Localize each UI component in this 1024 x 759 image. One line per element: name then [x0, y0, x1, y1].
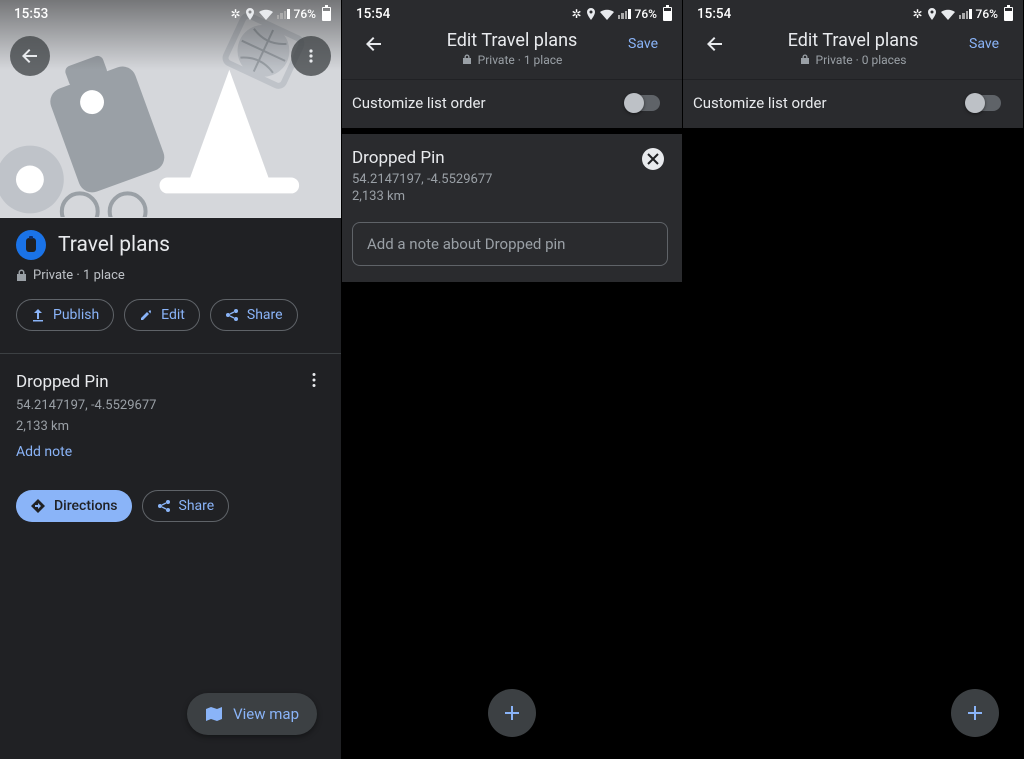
battery-icon — [1004, 7, 1013, 21]
lock-icon — [462, 54, 472, 66]
customize-label: Customize list order — [352, 94, 486, 112]
list-title: Travel plans — [58, 233, 170, 257]
appbar-subtitle: Private · 0 places — [737, 53, 969, 67]
signal-icon — [618, 9, 631, 19]
signal-icon — [277, 9, 290, 19]
status-bar: 15:54 ✲ 76% — [683, 0, 1023, 26]
panel-list-view: 15:53 ✲ 76% — [0, 0, 342, 759]
battery-icon — [322, 7, 331, 21]
lock-icon — [16, 269, 27, 282]
directions-button[interactable]: Directions — [16, 490, 132, 522]
save-button[interactable]: Save — [969, 30, 1013, 52]
bluetooth-icon: ✲ — [571, 7, 581, 21]
place-distance: 2,133 km — [16, 419, 325, 434]
note-input[interactable]: Add a note about Dropped pin — [352, 222, 668, 266]
status-bar: 15:53 ✲ 76% — [0, 0, 341, 26]
list-subtitle: Private · 1 place — [0, 264, 341, 283]
add-place-fab[interactable] — [488, 689, 536, 737]
place-item[interactable]: Dropped Pin 54.2147197, -4.5529677 2,133… — [0, 354, 341, 470]
save-button[interactable]: Save — [628, 30, 672, 52]
status-time: 15:54 — [697, 6, 731, 22]
add-place-fab[interactable] — [951, 689, 999, 737]
place-coords: 54.2147197, -4.5529677 — [352, 172, 668, 187]
back-button[interactable] — [10, 36, 50, 76]
toggle-customize[interactable] — [626, 95, 660, 111]
list-icon — [16, 230, 46, 260]
battery-text: 76% — [976, 7, 998, 21]
place-name: Dropped Pin — [16, 372, 325, 392]
appbar-title: Edit Travel plans — [396, 30, 628, 51]
hero-image — [0, 0, 341, 218]
appbar-subtitle: Private · 1 place — [396, 53, 628, 67]
location-icon — [245, 8, 255, 20]
place-distance: 2,133 km — [352, 189, 668, 204]
signal-icon — [959, 9, 972, 19]
status-right: ✲ 76% — [230, 7, 331, 21]
back-button[interactable] — [693, 30, 737, 54]
customize-order-row[interactable]: Customize list order — [683, 79, 1023, 128]
status-bar: 15:54 ✲ 76% — [342, 0, 682, 26]
place-menu-button[interactable] — [307, 372, 321, 392]
panel-edit-with-place: 15:54 ✲ 76% Edit Travel plans Private · … — [342, 0, 683, 759]
toggle-customize[interactable] — [967, 95, 1001, 111]
bluetooth-icon: ✲ — [230, 7, 240, 21]
appbar-title: Edit Travel plans — [737, 30, 969, 51]
back-button[interactable] — [352, 30, 396, 54]
customize-label: Customize list order — [693, 94, 827, 112]
wifi-icon — [600, 9, 614, 20]
place-name: Dropped Pin — [352, 148, 668, 168]
customize-order-row[interactable]: Customize list order — [342, 79, 682, 128]
battery-text: 76% — [294, 7, 316, 21]
place-card: Dropped Pin 54.2147197, -4.5529677 2,133… — [342, 134, 682, 282]
wifi-icon — [259, 9, 273, 20]
bluetooth-icon: ✲ — [912, 7, 922, 21]
lock-icon — [800, 54, 810, 66]
overflow-menu-button[interactable] — [291, 36, 331, 76]
status-time: 15:53 — [14, 6, 48, 22]
publish-button[interactable]: Publish — [16, 299, 114, 331]
remove-place-button[interactable] — [642, 148, 664, 170]
location-icon — [927, 8, 937, 20]
location-icon — [586, 8, 596, 20]
add-note-link[interactable]: Add note — [16, 444, 325, 460]
view-map-button[interactable]: View map — [187, 693, 317, 735]
wifi-icon — [941, 9, 955, 20]
panel-edit-empty: 15:54 ✲ 76% Edit Travel plans Private · … — [683, 0, 1024, 759]
share-button[interactable]: Share — [210, 299, 298, 331]
battery-icon — [663, 7, 672, 21]
edit-button[interactable]: Edit — [124, 299, 200, 331]
status-time: 15:54 — [356, 6, 390, 22]
place-coords: 54.2147197, -4.5529677 — [16, 398, 325, 413]
place-share-button[interactable]: Share — [142, 490, 230, 522]
battery-text: 76% — [635, 7, 657, 21]
